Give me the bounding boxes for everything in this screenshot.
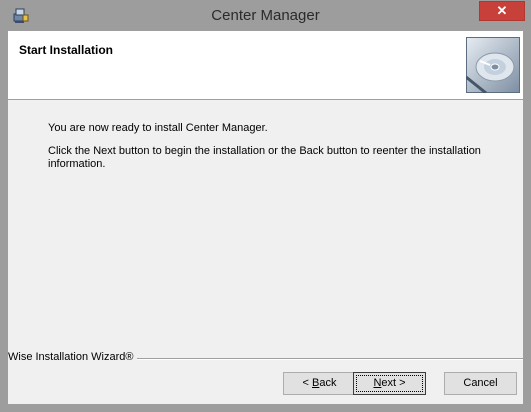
back-button[interactable]: < Back bbox=[283, 372, 356, 395]
dialog-client-area: Start Installation You are now ready to … bbox=[8, 31, 523, 404]
back-prefix: < bbox=[302, 377, 312, 389]
next-focus-rect: Next > bbox=[356, 375, 423, 392]
title-bar[interactable]: Center Manager ✕ bbox=[0, 0, 531, 31]
instructions: You are now ready to install Center Mana… bbox=[48, 122, 508, 181]
next-label: ext > bbox=[381, 377, 406, 389]
window-title: Center Manager bbox=[211, 7, 320, 24]
ready-message: You are now ready to install Center Mana… bbox=[48, 122, 268, 134]
page-title: Start Installation bbox=[19, 43, 114, 57]
close-icon: ✕ bbox=[496, 3, 508, 18]
brand-row: Wise Installation Wizard® bbox=[8, 351, 523, 365]
header-banner: Start Installation bbox=[8, 31, 523, 100]
close-button[interactable]: ✕ bbox=[479, 1, 525, 21]
cd-disc-icon bbox=[466, 37, 520, 93]
cancel-button[interactable]: Cancel bbox=[444, 372, 517, 395]
installer-window: Center Manager ✕ Start Installation You … bbox=[0, 0, 531, 412]
next-button[interactable]: Next > bbox=[353, 372, 426, 395]
back-label: ack bbox=[319, 377, 337, 389]
brand-label: Wise Installation Wizard® bbox=[8, 351, 138, 363]
next-back-message: Click the Next button to begin the insta… bbox=[48, 145, 481, 170]
